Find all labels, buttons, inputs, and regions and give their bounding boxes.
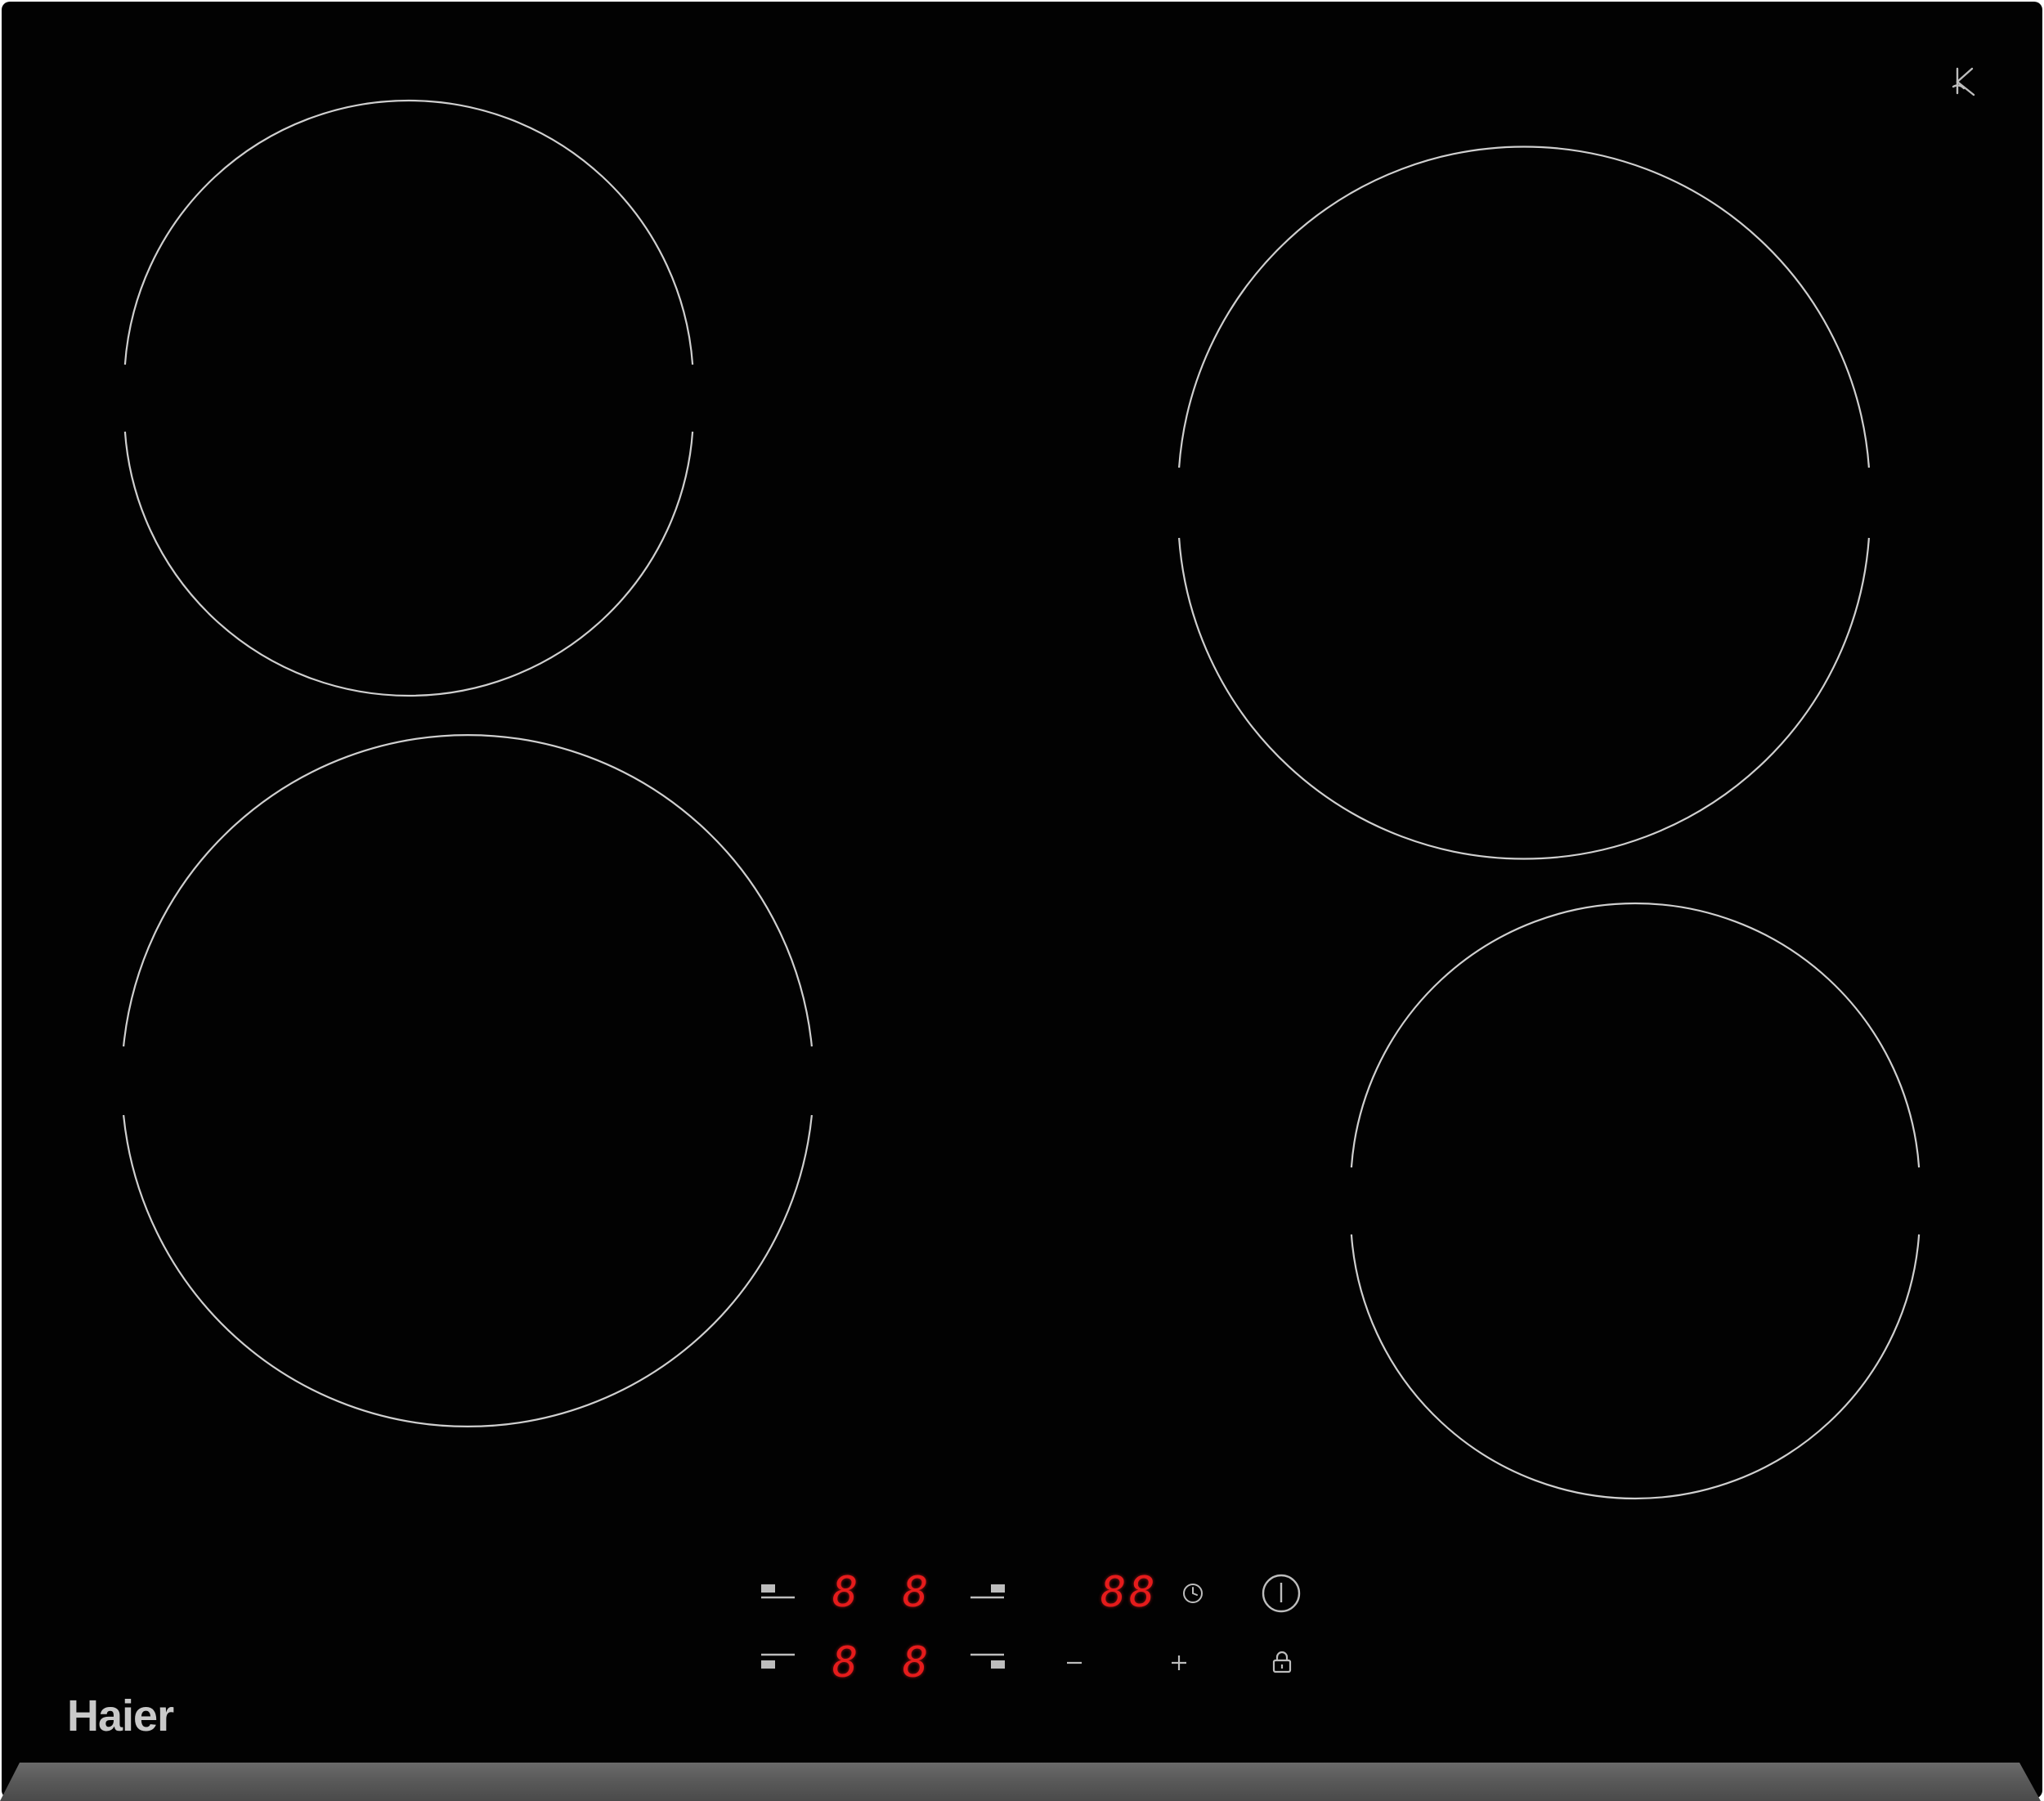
zone-front-left-icon[interactable] bbox=[759, 1651, 798, 1673]
minus-icon[interactable] bbox=[1065, 1653, 1084, 1673]
hob-front-edge bbox=[0, 1763, 2041, 1801]
zone-rear-left-icon[interactable] bbox=[759, 1581, 798, 1602]
display-rear-right: 8 bbox=[903, 1568, 932, 1617]
display-front-right: 8 bbox=[903, 1638, 932, 1687]
cooking-zones bbox=[123, 99, 1921, 1500]
display-front-left: 8 bbox=[832, 1638, 862, 1687]
lock-icon[interactable] bbox=[1271, 1650, 1293, 1674]
cooking-zone-front-right[interactable] bbox=[1350, 902, 1921, 1500]
cooking-zone-rear-left[interactable] bbox=[123, 99, 694, 697]
timer-display: 88 bbox=[1100, 1568, 1159, 1617]
cooking-zone-rear-right[interactable] bbox=[1178, 146, 1870, 860]
power-icon[interactable] bbox=[1261, 1573, 1302, 1614]
zone-rear-right-icon[interactable] bbox=[968, 1581, 1007, 1602]
hot-surface-mark-icon bbox=[1952, 67, 1975, 96]
clock-icon[interactable] bbox=[1181, 1581, 1205, 1606]
plus-icon[interactable] bbox=[1169, 1653, 1189, 1673]
zone-front-right-icon[interactable] bbox=[968, 1651, 1007, 1673]
display-rear-left: 8 bbox=[832, 1568, 862, 1617]
cooking-zone-front-left[interactable] bbox=[123, 734, 813, 1427]
brand-logo: Haier bbox=[67, 1691, 174, 1741]
